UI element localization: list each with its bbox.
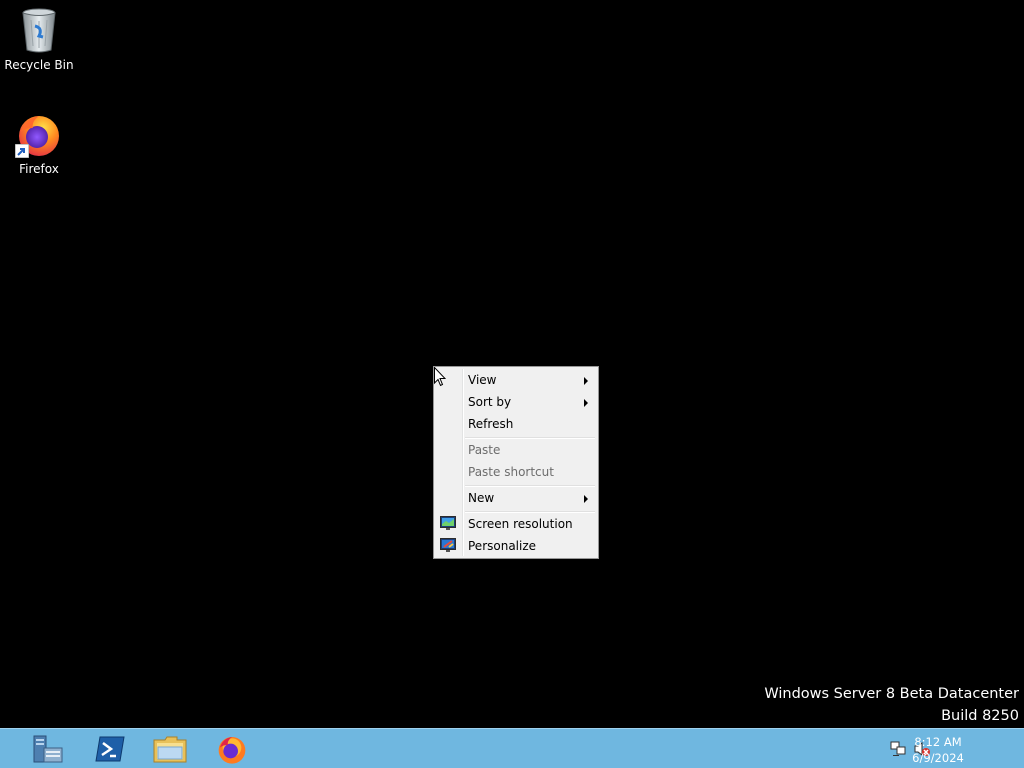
personalize-icon	[440, 538, 456, 552]
screen-resolution-icon	[440, 516, 456, 530]
desktop-icon-firefox[interactable]: Firefox	[1, 110, 77, 176]
watermark-edition: Windows Server 8 Beta Datacenter	[764, 686, 1019, 702]
menu-item-new[interactable]: New	[436, 487, 596, 509]
firefox-icon	[15, 110, 63, 158]
powershell-icon	[95, 736, 125, 762]
recycle-bin-icon	[15, 6, 63, 54]
menu-item-label: Personalize	[468, 539, 537, 553]
submenu-arrow-icon	[584, 377, 588, 385]
os-watermark: Windows Server 8 Beta Datacenter Build 8…	[764, 683, 1019, 727]
network-icon[interactable]	[890, 741, 906, 757]
server-manager-icon	[33, 735, 63, 763]
desktop[interactable]: Recycle Bin Firefox Windows Server 8 Bet…	[0, 0, 1024, 728]
desktop-icon-label: Firefox	[19, 162, 59, 176]
clock-time: 8:12 AM	[914, 735, 962, 749]
menu-item-label: Sort by	[468, 395, 512, 409]
taskbar-server-manager[interactable]	[18, 732, 74, 766]
taskbar-file-explorer[interactable]	[142, 732, 198, 766]
shortcut-arrow-icon	[15, 144, 29, 158]
mouse-cursor-icon	[434, 367, 446, 387]
menu-item-label: Paste shortcut	[468, 465, 554, 479]
menu-item-label: View	[468, 373, 497, 387]
menu-item-label: Paste	[468, 443, 501, 457]
firefox-icon	[218, 737, 246, 764]
menu-item-label: New	[468, 491, 495, 505]
taskbar-clock[interactable]: 8:12 AM 6/9/2024	[908, 734, 968, 766]
menu-item-label: Screen resolution	[468, 517, 573, 531]
desktop-icon-recycle-bin[interactable]: Recycle Bin	[1, 6, 77, 72]
submenu-arrow-icon	[584, 495, 588, 503]
menu-item-paste-shortcut: Paste shortcut	[436, 461, 596, 483]
desktop-context-menu: View Sort by Refresh Paste Paste shortcu…	[433, 366, 599, 559]
menu-item-screen-resolution[interactable]: Screen resolution	[436, 513, 596, 535]
menu-item-view[interactable]: View	[436, 369, 596, 391]
menu-item-personalize[interactable]: Personalize	[436, 535, 596, 557]
menu-item-paste: Paste	[436, 439, 596, 461]
desktop-icon-label: Recycle Bin	[4, 58, 74, 72]
menu-item-sort-by[interactable]: Sort by	[436, 391, 596, 413]
taskbar-powershell[interactable]	[80, 732, 136, 766]
taskbar-firefox[interactable]	[204, 732, 260, 766]
watermark-build: Build 8250	[941, 708, 1019, 724]
taskbar: 8:12 AM 6/9/2024	[0, 728, 1024, 768]
submenu-arrow-icon	[584, 399, 588, 407]
menu-item-refresh[interactable]: Refresh	[436, 413, 596, 435]
clock-date: 6/9/2024	[912, 751, 964, 765]
file-explorer-icon	[153, 736, 187, 763]
menu-item-label: Refresh	[468, 417, 514, 431]
